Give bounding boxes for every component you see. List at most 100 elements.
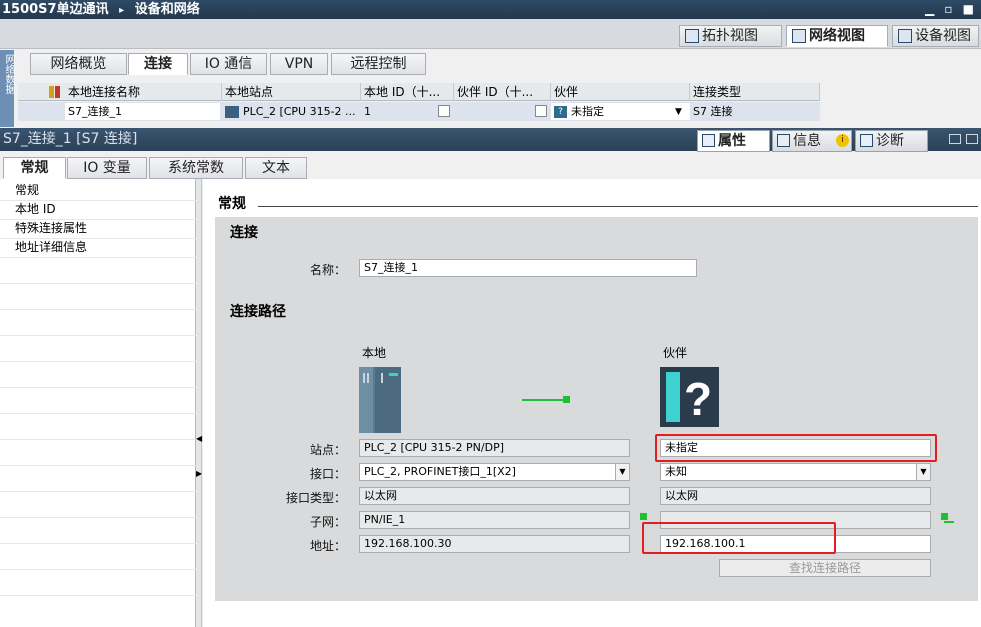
cell-partner-id[interactable]	[454, 103, 551, 120]
local-station-field: PLC_2 [CPU 315-2 PN/DP]	[359, 439, 630, 457]
header-rule	[258, 206, 978, 207]
nav-divider	[0, 335, 196, 336]
nav-item-address-details[interactable]: 地址详细信息	[15, 238, 87, 257]
general-header: 常规	[218, 196, 246, 212]
tab-remote-control[interactable]: 远程控制	[331, 53, 426, 75]
col-local-id[interactable]: 本地 ID（十...	[361, 83, 454, 101]
find-connection-path-button[interactable]: 查找连接路径	[719, 559, 931, 577]
connection-table-header: 本地连接名称 本地站点 本地 ID（十... 伙伴 ID（十... 伙伴 连接类…	[18, 83, 820, 101]
nav-divider	[0, 387, 196, 388]
nav-divider	[0, 257, 196, 258]
cell-local-id[interactable]: 1	[361, 103, 454, 120]
local-interface-dropdown[interactable]: PLC_2, PROFINET接口_1[X2] ▼	[359, 463, 630, 481]
breadcrumb-project[interactable]: 1500S7单边通讯	[2, 2, 109, 17]
title-bar: 1500S7单边通讯 ▸ 设备和网络 ▁ ▫ ■	[0, 0, 981, 19]
svg-text:?: ?	[684, 373, 712, 425]
tab-properties[interactable]: 属性	[697, 130, 770, 152]
info-icon	[777, 134, 790, 147]
highlight-partner-station	[655, 434, 937, 462]
tab-network-overview[interactable]: 网络概览	[30, 53, 127, 75]
window-controls[interactable]: ▁ ▫ ■	[925, 0, 977, 19]
network-icon	[792, 29, 806, 43]
col-local-connection-name[interactable]: 本地连接名称	[65, 83, 222, 101]
cell-connection-name[interactable]: S7_连接_1	[65, 103, 220, 120]
info-badge-icon: i	[836, 134, 849, 147]
local-id-browse-icon[interactable]	[438, 105, 450, 117]
diagnostics-icon	[860, 134, 873, 147]
partner-subnet-port-icon	[941, 513, 948, 520]
connection-name-input[interactable]: S7_连接_1	[359, 259, 697, 277]
tab-vpn[interactable]: VPN	[270, 53, 328, 75]
tab-io-communication[interactable]: IO 通信	[190, 53, 267, 75]
nav-divider	[0, 200, 196, 201]
collapse-left-icon[interactable]: ◀	[196, 434, 202, 443]
name-label: 名称：	[309, 263, 346, 277]
highlight-partner-address	[642, 522, 836, 554]
plc-icon	[225, 106, 239, 118]
interface-label: 接口：	[309, 467, 346, 481]
local-interface-type-field: 以太网	[359, 487, 630, 505]
table-row[interactable]: S7_连接_1 PLC_2 [CPU 315-2 ... 1 ? 未指定 ▼ S7…	[18, 102, 820, 121]
tab-info[interactable]: 信息 i	[772, 130, 852, 152]
local-label: 本地	[362, 346, 387, 360]
tab-connections[interactable]: 连接	[128, 53, 188, 75]
topology-icon	[685, 29, 699, 43]
col-connection-type[interactable]: 连接类型	[690, 83, 820, 101]
connection-link-line	[522, 399, 566, 401]
chevron-down-icon[interactable]: ▼	[615, 464, 629, 480]
col-partner-id[interactable]: 伙伴 ID（十...	[454, 83, 551, 101]
panel-maximize-icon[interactable]	[966, 134, 978, 144]
nav-divider	[0, 595, 196, 596]
expand-right-icon[interactable]: ▶	[196, 469, 202, 478]
nav-divider	[0, 361, 196, 362]
nav-divider	[0, 219, 196, 220]
nav-divider	[0, 309, 196, 310]
connection-header: 连接	[230, 225, 258, 241]
property-title: S7_连接_1 [S7 连接]	[3, 131, 138, 147]
tab-diagnostics[interactable]: 诊断	[855, 130, 928, 152]
nav-divider	[0, 569, 196, 570]
nav-item-local-id[interactable]: 本地 ID	[15, 200, 56, 219]
cell-local-station[interactable]: PLC_2 [CPU 315-2 ...	[222, 103, 361, 120]
unknown-partner-large-icon[interactable]: ?	[660, 367, 719, 427]
panel-splitter[interactable]: ◀ ▶	[196, 179, 202, 627]
partner-dropdown-arrow-icon[interactable]: ▼	[675, 104, 682, 120]
network-view-button[interactable]: 网络视图	[786, 25, 888, 47]
panel-float-icon[interactable]	[949, 134, 961, 144]
connection-tool-icon	[48, 85, 62, 99]
nav-divider	[0, 283, 196, 284]
partner-id-browse-icon[interactable]	[535, 105, 547, 117]
local-plc-icon[interactable]	[359, 367, 401, 433]
nav-divider	[0, 413, 196, 414]
connection-link-node	[563, 396, 570, 403]
cell-partner[interactable]: ? 未指定 ▼	[551, 103, 690, 120]
cell-connection-type[interactable]: S7 连接	[690, 103, 820, 120]
subnet-label: 子网：	[309, 515, 346, 529]
nav-item-general[interactable]: 常规	[15, 181, 39, 200]
device-view-button[interactable]: 设备视图	[892, 25, 979, 47]
network-data-strip[interactable]: 网络数据	[0, 50, 14, 127]
chevron-down-icon[interactable]: ▼	[916, 464, 930, 480]
nav-divider	[0, 517, 196, 518]
breadcrumb-separator: ▸	[119, 5, 125, 16]
col-local-station[interactable]: 本地站点	[222, 83, 361, 101]
nav-divider	[0, 439, 196, 440]
partner-interface-dropdown[interactable]: 未知 ▼	[660, 463, 931, 481]
col-partner[interactable]: 伙伴	[551, 83, 690, 101]
topology-view-button[interactable]: 拓扑视图	[679, 25, 782, 47]
interface-type-label: 接口类型：	[285, 491, 346, 505]
local-address-field: 192.168.100.30	[359, 535, 630, 553]
nav-divider	[0, 491, 196, 492]
tab-io-variables[interactable]: IO 变量	[67, 157, 147, 179]
partner-label: 伙伴	[663, 346, 688, 360]
property-nav-tree: 常规 本地 ID 特殊连接属性 地址详细信息	[0, 179, 196, 627]
properties-icon	[702, 134, 715, 147]
tab-system-constants[interactable]: 系统常数	[149, 157, 243, 179]
nav-item-special-properties[interactable]: 特殊连接属性	[15, 219, 87, 238]
address-label: 地址：	[309, 539, 346, 553]
tab-general[interactable]: 常规	[3, 157, 66, 179]
tab-text[interactable]: 文本	[245, 157, 307, 179]
unknown-partner-icon: ?	[554, 106, 567, 118]
connection-path-header: 连接路径	[230, 304, 286, 320]
station-label: 站点：	[309, 443, 346, 457]
